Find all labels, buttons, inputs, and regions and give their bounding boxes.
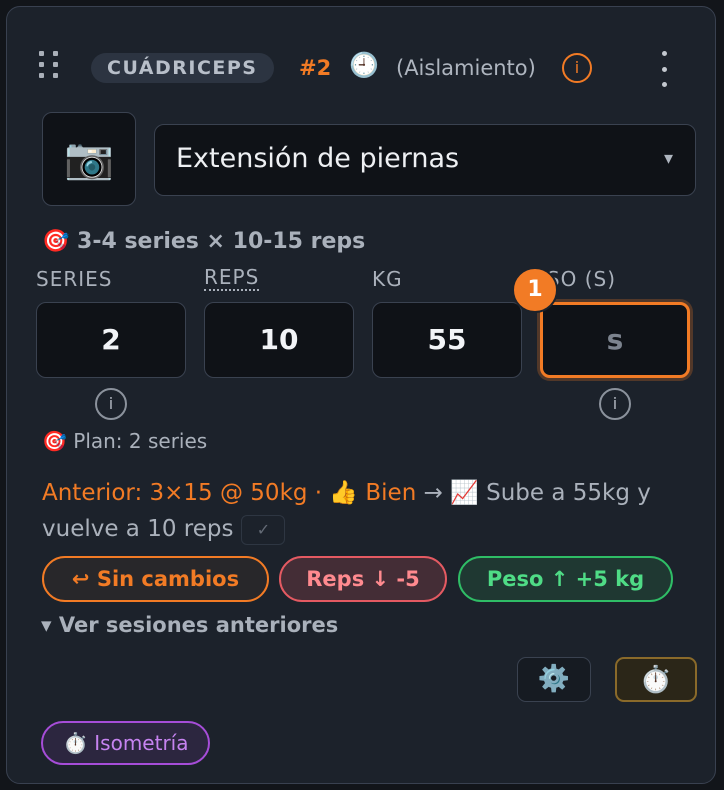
series-info-icon[interactable]: i	[95, 388, 127, 420]
series-input[interactable]: 2	[36, 302, 186, 378]
previous-result: Anterior: 3×15 @ 50kg · 👍 Bien	[42, 480, 417, 506]
timer-button[interactable]: ⏱️	[615, 657, 697, 702]
exercise-card: CUÁDRICEPS #2 🕘 (Aislamiento) i 📷 Extens…	[6, 6, 716, 784]
reps-input[interactable]: 10	[204, 302, 354, 378]
camera-button[interactable]: 📷	[42, 112, 136, 206]
series-label: SERIES	[36, 267, 113, 291]
exercise-select[interactable]: Extensión de piernas ▾	[154, 124, 696, 196]
step-badge: 1	[512, 267, 558, 313]
kg-label: KG	[372, 267, 403, 291]
no-change-button[interactable]: ↩ Sin cambios	[42, 556, 269, 602]
iso-seconds-input[interactable]: s	[540, 302, 690, 378]
chevron-down-icon: ▾	[663, 148, 673, 169]
iso-info-icon[interactable]: i	[599, 388, 631, 420]
muscle-group-badge: CUÁDRICEPS	[91, 53, 274, 83]
reps-down-button[interactable]: Reps ↓ -5	[279, 556, 447, 602]
previous-session-summary: Anterior: 3×15 @ 50kg · 👍 Bien → 📈 Sube …	[42, 475, 692, 547]
gear-icon: ⚙️	[537, 664, 571, 694]
target-scheme: 🎯 3-4 series × 10-15 reps	[42, 229, 366, 254]
settings-button[interactable]: ⚙️	[517, 657, 591, 702]
exercise-type-label: (Aislamiento)	[396, 56, 536, 80]
drag-handle-icon[interactable]	[39, 51, 63, 79]
kg-input[interactable]: 55	[372, 302, 522, 378]
clock-icon: 🕘	[349, 51, 379, 79]
isometry-tag[interactable]: ⏱️ Isometría	[41, 721, 211, 765]
previous-sessions-toggle[interactable]: ▾ Ver sesiones anteriores	[41, 610, 338, 640]
plan-text: 🎯 Plan: 2 series	[42, 429, 208, 453]
reps-label: REPS	[204, 265, 260, 291]
stopwatch-icon: ⏱️	[639, 665, 673, 695]
more-options-icon[interactable]	[659, 51, 669, 87]
trend-arrow: → 📈	[416, 480, 487, 506]
accept-suggestion-button[interactable]: ✓	[241, 514, 286, 545]
info-icon[interactable]: i	[562, 53, 592, 83]
camera-icon: 📷	[64, 136, 114, 182]
weight-up-button[interactable]: Peso ↑ +5 kg	[458, 556, 673, 602]
exercise-order: #2	[299, 56, 332, 80]
exercise-select-value: Extensión de piernas	[176, 143, 460, 174]
